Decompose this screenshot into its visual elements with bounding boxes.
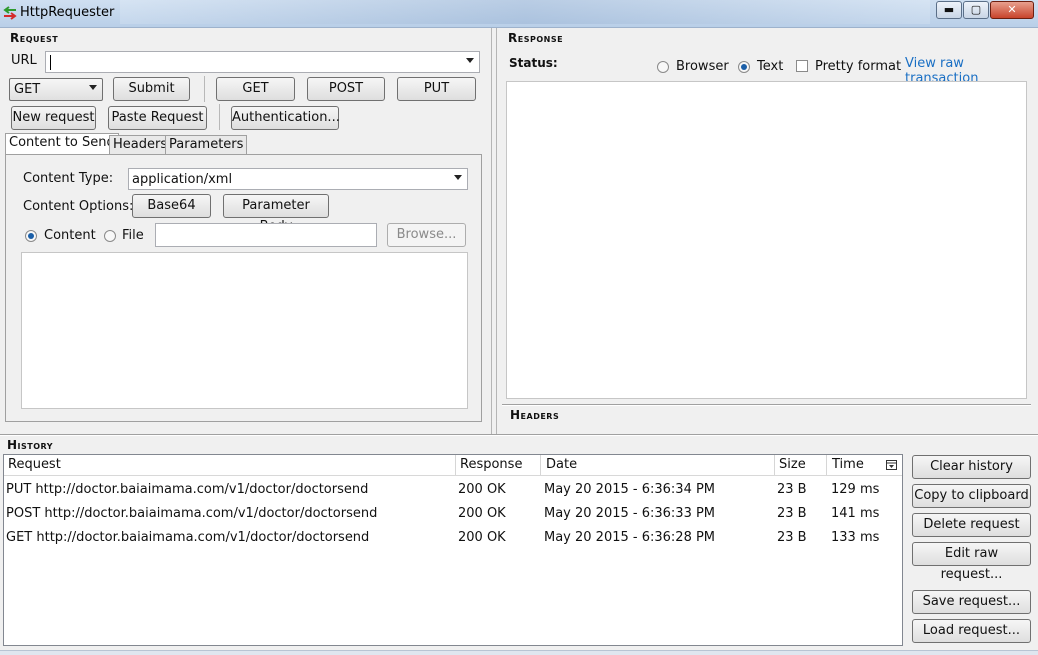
put-button[interactable]: PUT (397, 77, 476, 101)
column-divider (540, 455, 541, 475)
history-size: 23 B (777, 506, 807, 521)
title-bar-background (120, 0, 930, 24)
file-path-input[interactable] (155, 223, 377, 247)
content-options-label: Content Options: (23, 199, 134, 214)
request-section-title: Request (10, 31, 59, 45)
response-body-area[interactable] (506, 81, 1027, 399)
chevron-down-icon[interactable] (454, 175, 462, 180)
history-row[interactable]: PUT http://doctor.baiaimama.com/v1/docto… (4, 478, 902, 502)
browser-radio-label: Browser (676, 59, 729, 74)
column-header-date[interactable]: Date (546, 457, 577, 472)
browse-button[interactable]: Browse... (387, 223, 466, 247)
chevron-down-icon[interactable] (466, 58, 474, 63)
tab-headers[interactable]: Headers (109, 135, 172, 155)
status-label: Status: (509, 56, 558, 70)
edit-raw-request-button[interactable]: Edit raw request... (912, 542, 1031, 582)
text-radio-label: Text (757, 59, 784, 74)
history-time: 129 ms (831, 482, 880, 497)
history-table-header: Request Response Date Size Time (4, 455, 902, 476)
close-button[interactable]: ✕ (990, 1, 1034, 19)
column-header-size[interactable]: Size (779, 457, 806, 472)
window-title: HttpRequester (20, 5, 115, 20)
url-input[interactable] (45, 51, 480, 73)
response-headers-title[interactable]: Headers (510, 408, 559, 422)
toolbar-separator (219, 104, 220, 130)
history-request: POST http://doctor.baiaimama.com/v1/doct… (6, 506, 378, 521)
text-cursor (50, 55, 51, 70)
splitter[interactable] (502, 404, 1031, 406)
content-radio[interactable] (25, 230, 37, 242)
save-request-button[interactable]: Save request... (912, 590, 1031, 614)
history-size: 23 B (777, 482, 807, 497)
post-button[interactable]: POST (307, 77, 385, 101)
window-bottom-border (0, 650, 1038, 655)
content-type-value: application/xml (132, 172, 233, 187)
pretty-format-checkbox[interactable] (796, 60, 808, 72)
history-response: 200 OK (458, 506, 506, 521)
content-radio-label: Content (44, 228, 96, 243)
history-time: 141 ms (831, 506, 880, 521)
history-date: May 20 2015 - 6:36:33 PM (544, 506, 716, 521)
get-button[interactable]: GET (216, 77, 295, 101)
content-type-label: Content Type: (23, 171, 114, 186)
column-header-time[interactable]: Time (832, 457, 864, 472)
tab-content-to-send[interactable]: Content to Send (5, 133, 119, 155)
response-section-title: Response (508, 31, 564, 45)
app-arrows-icon (3, 6, 17, 20)
column-divider (826, 455, 827, 475)
content-type-select[interactable]: application/xml (128, 168, 468, 190)
clear-history-button[interactable]: Clear history (912, 455, 1031, 479)
authentication-button[interactable]: Authentication... (231, 106, 340, 130)
history-response: 200 OK (458, 530, 506, 545)
column-divider (774, 455, 775, 475)
history-time: 133 ms (831, 530, 880, 545)
history-response: 200 OK (458, 482, 506, 497)
history-size: 23 B (777, 530, 807, 545)
method-select[interactable]: GET (9, 78, 103, 101)
history-date: May 20 2015 - 6:36:28 PM (544, 530, 716, 545)
file-radio[interactable] (104, 230, 116, 242)
pretty-format-label: Pretty format (815, 59, 902, 74)
history-request: PUT http://doctor.baiaimama.com/v1/docto… (6, 482, 369, 497)
url-label: URL (11, 53, 37, 68)
history-request: GET http://doctor.baiaimama.com/v1/docto… (6, 530, 370, 545)
paste-request-button[interactable]: Paste Request (108, 106, 207, 130)
column-divider (455, 455, 456, 475)
column-header-response[interactable]: Response (460, 457, 522, 472)
browser-radio[interactable] (657, 61, 669, 73)
history-row[interactable]: GET http://doctor.baiaimama.com/v1/docto… (4, 526, 902, 550)
delete-request-button[interactable]: Delete request (912, 513, 1031, 537)
parameter-body-button[interactable]: Parameter Body (223, 194, 329, 234)
minimize-button[interactable]: ▬ (936, 1, 962, 19)
text-radio[interactable] (738, 61, 750, 73)
history-section-title: History (7, 438, 54, 452)
new-request-button[interactable]: New request (11, 106, 96, 130)
request-body-textarea[interactable] (21, 252, 468, 409)
method-selected-value: GET (14, 82, 41, 97)
column-chooser-icon[interactable] (886, 460, 897, 470)
column-header-request[interactable]: Request (8, 457, 61, 472)
history-row[interactable]: POST http://doctor.baiaimama.com/v1/doct… (4, 502, 902, 526)
history-splitter[interactable] (0, 434, 1038, 436)
load-request-button[interactable]: Load request... (912, 619, 1031, 643)
title-bar[interactable]: HttpRequester ▬ ▢ ✕ (0, 0, 1038, 28)
file-radio-label: File (122, 228, 144, 243)
maximize-button[interactable]: ▢ (963, 1, 989, 19)
copy-to-clipboard-button[interactable]: Copy to clipboard (912, 484, 1031, 508)
history-date: May 20 2015 - 6:36:34 PM (544, 482, 716, 497)
toolbar-separator (204, 76, 205, 102)
tab-parameters[interactable]: Parameters (165, 135, 248, 155)
chevron-down-icon[interactable] (89, 85, 97, 90)
submit-button[interactable]: Submit (113, 77, 190, 101)
base64-button[interactable]: Base64 (132, 194, 211, 218)
